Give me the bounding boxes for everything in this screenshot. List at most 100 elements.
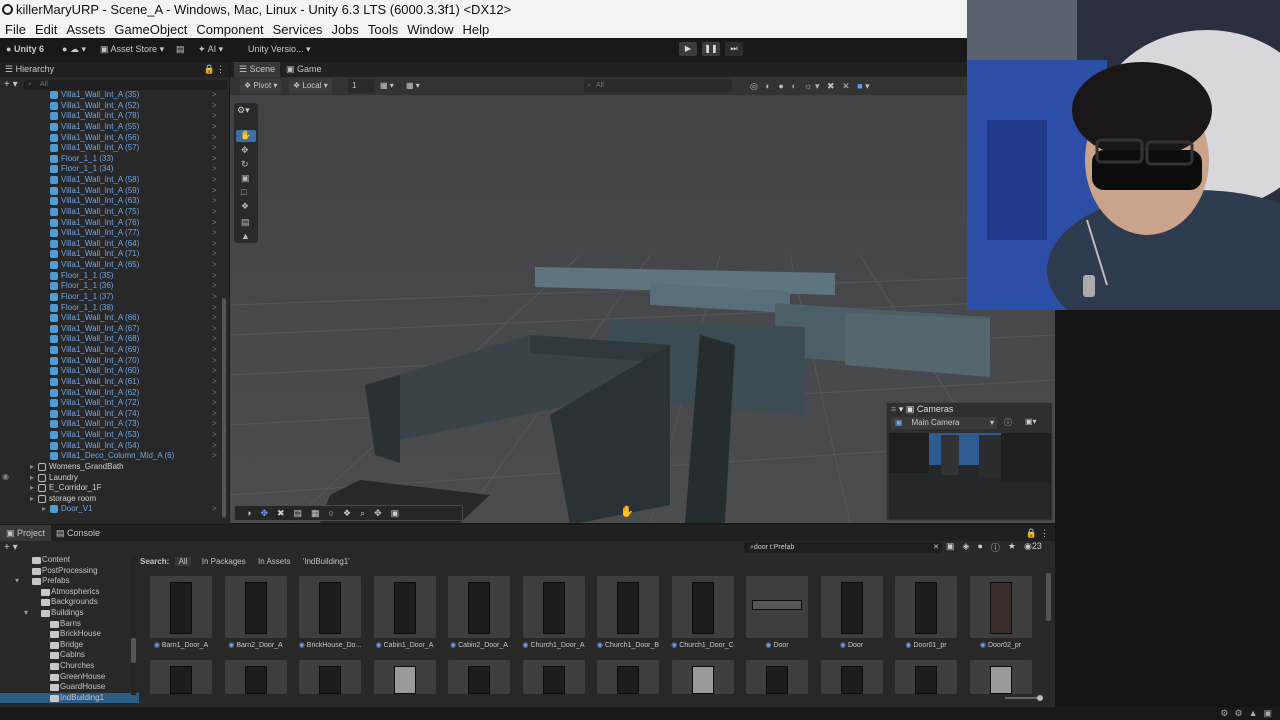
scope-folder[interactable]: 'IndBuilding1': [303, 557, 350, 566]
hierarchy-row[interactable]: Villa1_Wall_Int_A (65) >: [0, 260, 229, 271]
tool-context-dropdown[interactable]: ⚙▾: [237, 105, 250, 116]
hierarchy-row[interactable]: Villa1_Wall_Int_A (63) >: [0, 196, 229, 207]
expand-arrow-icon[interactable]: ▸: [42, 504, 46, 515]
folder-item[interactable]: PostProcessing: [0, 566, 139, 577]
step-button[interactable]: ⏭: [725, 42, 743, 56]
asset-card[interactable]: ◉ Cabin1_Door_A: [373, 576, 436, 654]
menu-window[interactable]: Window: [407, 22, 453, 37]
hierarchy-row[interactable]: Villa1_Wall_Int_A (73) >: [0, 419, 229, 430]
folder-item[interactable]: ▾ Prefabs: [0, 576, 139, 587]
open-prefab-icon[interactable]: >: [212, 366, 217, 377]
expand-arrow-icon[interactable]: ▸: [30, 483, 34, 494]
folder-item[interactable]: BrickHouse: [0, 629, 139, 640]
scope-in-packages[interactable]: In Packages: [202, 557, 246, 566]
open-prefab-icon[interactable]: >: [212, 441, 217, 452]
importlog-icon[interactable]: ⓘ: [991, 541, 1000, 554]
scene-search-input[interactable]: ⌕ All: [584, 79, 732, 92]
overlay-tool-8-icon[interactable]: ⌕: [360, 506, 365, 520]
expand-arrow-icon[interactable]: ▸: [30, 462, 34, 473]
grid-snap-dropdown[interactable]: ▦ ▾: [380, 79, 394, 93]
hierarchy-row[interactable]: ▸ Womens_GrandBath: [0, 462, 229, 473]
shaded-icon[interactable]: ◐: [765, 81, 770, 91]
hierarchy-row[interactable]: Villa1_Wall_Int_A (56) >: [0, 133, 229, 144]
hierarchy-row[interactable]: Villa1_Wall_Int_A (70) >: [0, 356, 229, 367]
hierarchy-row[interactable]: Villa1_Wall_Int_A (66) >: [0, 313, 229, 324]
camera-options-button[interactable]: ▣▾: [1025, 417, 1037, 426]
hierarchy-row[interactable]: Villa1_Wall_Int_A (54) >: [0, 441, 229, 452]
local-dropdown[interactable]: ❖ Local ▾: [289, 79, 332, 93]
overlay-tool-10-icon[interactable]: ▣: [391, 506, 400, 520]
hierarchy-row[interactable]: Floor_1_1 (35) >: [0, 271, 229, 282]
terrain-tool-button[interactable]: ▲: [241, 231, 250, 241]
unity-account-button[interactable]: ● Unity 6: [6, 42, 44, 56]
folder-item[interactable]: GreenHouse: [0, 672, 139, 683]
asset-card[interactable]: ◉ Church1_Door_A: [522, 576, 585, 654]
asset-card[interactable]: ◉ Door: [820, 576, 883, 654]
open-prefab-icon[interactable]: >: [212, 409, 217, 420]
package-button[interactable]: ▤: [176, 42, 185, 56]
hierarchy-row[interactable]: Villa1_Wall_Int_A (78) >: [0, 111, 229, 122]
hand-tool-button[interactable]: ✋: [236, 130, 256, 142]
hierarchy-row[interactable]: Floor_1_1 (37) >: [0, 292, 229, 303]
camera-settings-icon[interactable]: ■: [857, 81, 862, 91]
rect-tool-button[interactable]: □: [241, 187, 246, 197]
menu-edit[interactable]: Edit: [35, 22, 57, 37]
overlay-tool-4-icon[interactable]: ▤: [294, 506, 303, 520]
overlay-tool-9-icon[interactable]: ✥: [374, 506, 382, 520]
overlay-tool-5-icon[interactable]: ▦: [311, 506, 320, 520]
open-prefab-icon[interactable]: >: [212, 175, 217, 186]
hierarchy-row[interactable]: Villa1_Wall_Int_A (76) >: [0, 218, 229, 229]
overlay-tool-2-icon[interactable]: ✥: [260, 506, 268, 520]
hierarchy-row[interactable]: Villa1_Wall_Int_A (53) >: [0, 430, 229, 441]
hierarchy-tab[interactable]: ☰ Hierarchy 🔒 ⋮: [0, 62, 229, 77]
open-prefab-icon[interactable]: >: [212, 356, 217, 367]
folder-item[interactable]: ▾ Buildings: [0, 608, 139, 619]
tab-scene[interactable]: ☰ Scene: [234, 62, 281, 77]
folder-item[interactable]: Cabins: [0, 650, 139, 661]
menu-component[interactable]: Component: [196, 22, 263, 37]
hierarchy-row[interactable]: Villa1_Wall_Int_A (67) >: [0, 324, 229, 335]
folder-item[interactable]: Barns: [0, 619, 139, 630]
asset-card-partial[interactable]: [448, 660, 510, 694]
open-prefab-icon[interactable]: >: [212, 164, 217, 175]
lighting-icon[interactable]: ☼: [804, 81, 812, 91]
expand-arrow-icon[interactable]: ▸: [30, 473, 34, 484]
asset-card-partial[interactable]: [895, 660, 957, 694]
hierarchy-row[interactable]: Villa1_Deco_Column_Mid_A (6) >: [0, 451, 229, 462]
pause-button[interactable]: ❚❚: [702, 42, 720, 56]
status-icon-3[interactable]: ▲: [1249, 708, 1258, 719]
custom-tool-button[interactable]: ▤: [241, 217, 250, 228]
open-prefab-icon[interactable]: >: [212, 218, 217, 229]
menu-tools[interactable]: Tools: [368, 22, 398, 37]
hierarchy-row[interactable]: Villa1_Wall_Int_A (64) >: [0, 239, 229, 250]
open-prefab-icon[interactable]: >: [212, 154, 217, 165]
hierarchy-row[interactable]: ▸ storage room: [0, 494, 229, 505]
asset-card-partial[interactable]: [969, 660, 1032, 694]
tab-console[interactable]: ▤ Console: [56, 525, 100, 541]
open-prefab-icon[interactable]: >: [212, 239, 217, 250]
open-prefab-icon[interactable]: >: [212, 111, 217, 122]
hierarchy-row[interactable]: Villa1_Wall_Int_A (62) >: [0, 388, 229, 399]
hierarchy-row[interactable]: Floor_1_1 (34) >: [0, 164, 229, 175]
asset-card[interactable]: ◉ Cabin2_Door_A: [448, 576, 510, 654]
open-prefab-icon[interactable]: >: [212, 430, 217, 441]
overlay-tool-7-icon[interactable]: ❖: [343, 506, 351, 520]
open-prefab-icon[interactable]: >: [212, 398, 217, 409]
folder-scrollbar[interactable]: [131, 638, 136, 663]
scope-in-assets[interactable]: In Assets: [258, 557, 290, 566]
version-control-button[interactable]: Unity Versio... ▾: [248, 42, 311, 56]
hierarchy-row[interactable]: Villa1_Wall_Int_A (71) >: [0, 249, 229, 260]
overlay-tool-3-icon[interactable]: ✖: [277, 506, 285, 520]
hierarchy-row[interactable]: Villa1_Wall_Int_A (58) >: [0, 175, 229, 186]
hierarchy-row[interactable]: Villa1_Wall_Int_A (60) >: [0, 366, 229, 377]
open-prefab-icon[interactable]: >: [212, 419, 217, 430]
asset-card[interactable]: ◉ Door: [746, 576, 808, 654]
sphere-icon[interactable]: ●: [778, 81, 783, 91]
status-icon-4[interactable]: ▣: [1263, 708, 1272, 719]
overlay-handle-icon[interactable]: ≡: [891, 404, 896, 414]
open-prefab-icon[interactable]: >: [212, 313, 217, 324]
open-prefab-icon[interactable]: >: [212, 143, 217, 154]
asset-card[interactable]: ◉ BrickHouse_Do...: [299, 576, 361, 654]
folder-item[interactable]: GuardHouse: [0, 682, 139, 693]
overlay-tool-1-icon[interactable]: ◑: [246, 506, 251, 520]
